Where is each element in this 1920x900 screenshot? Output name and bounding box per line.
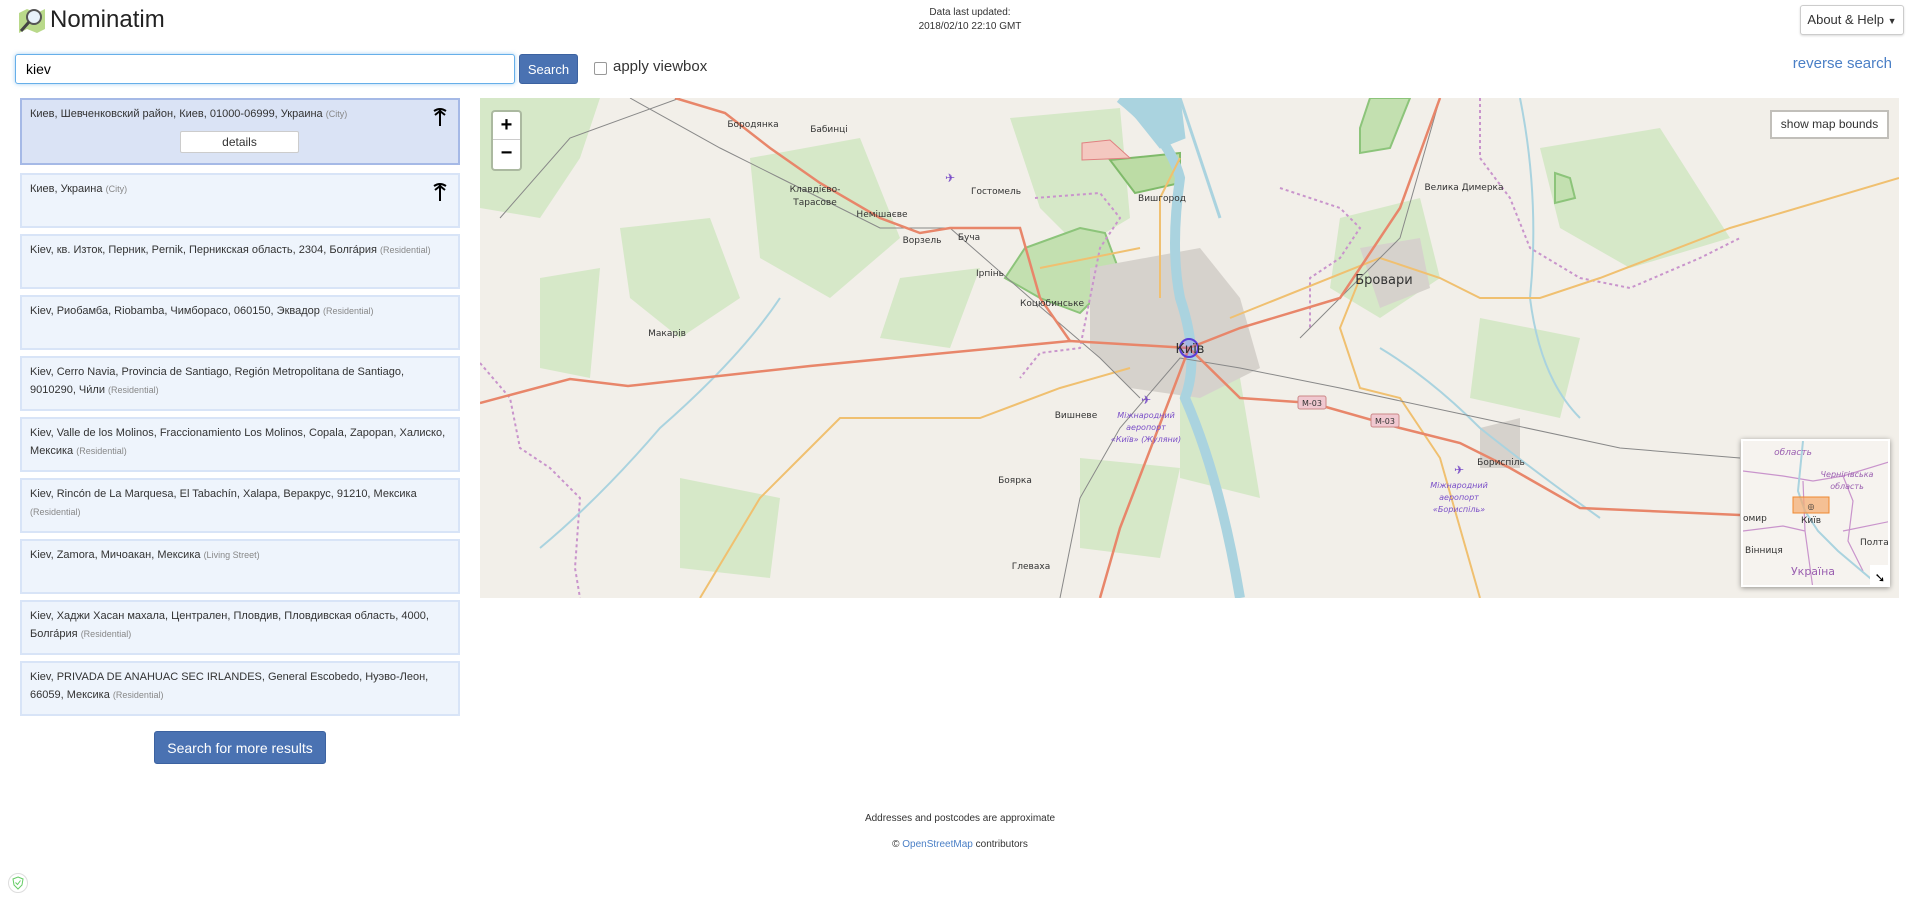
map-tiles: Бородянка Бабинці Гостомель Клавдієво- Т… xyxy=(480,98,1899,598)
map-label: Міжнародний xyxy=(1430,481,1488,490)
data-updated-value: 2018/02/10 22:10 GMT xyxy=(918,21,1022,32)
copyright: © OpenStreetMap contributors xyxy=(892,839,1028,850)
data-updated-label: Data last updated: xyxy=(929,7,1011,18)
label-hlevakha: Глеваха xyxy=(1012,562,1050,572)
result-item[interactable]: Kiev, Риобамба, Riobamba, Чимборасо, 060… xyxy=(20,295,460,350)
map-label: Чернігівська xyxy=(1821,470,1874,479)
map-label: Вінниця xyxy=(1745,546,1783,556)
zoom-out-button[interactable]: − xyxy=(493,140,520,168)
apply-viewbox-label[interactable]: apply viewbox xyxy=(613,58,707,75)
map-label: аеропорт xyxy=(1439,493,1479,502)
result-type: (Residential) xyxy=(108,385,159,395)
label-klavdievo: Клавдієво- xyxy=(790,185,841,195)
result-type: (Residential) xyxy=(322,306,374,316)
map-label: Міжнародний xyxy=(1117,411,1175,420)
label-hostomel: Гостомель xyxy=(971,187,1021,197)
result-type: (Residential) xyxy=(112,690,164,700)
result-address: Kiev, PRIVADA DE ANAHUAC SEC IRLANDES, G… xyxy=(30,671,429,701)
label-brovary: Бровари xyxy=(1355,273,1412,288)
result-item[interactable]: Kiev, Valle de los Molinos, Fraccionamie… xyxy=(20,417,460,472)
approximate-notice: Addresses and postcodes are approximate xyxy=(864,813,1056,824)
label-makariv: Макарів xyxy=(648,329,686,339)
nominatim-logo-icon xyxy=(19,9,45,33)
label-vorzel: Ворзель xyxy=(903,236,942,246)
label-m03-2: M-03 xyxy=(1375,417,1395,426)
result-item[interactable]: Kiev, Rincón de La Marquesa, El Tabachín… xyxy=(20,478,460,533)
city-icon xyxy=(433,108,447,126)
label-kyiv: Київ xyxy=(1176,342,1205,357)
label-borodianka: Бородянка xyxy=(727,120,778,130)
map-label: Полта xyxy=(1860,538,1889,548)
result-type: (Residential) xyxy=(380,245,431,255)
result-address: Kiev, Cerro Navia, Provincia de Santiago… xyxy=(30,366,405,396)
result-item[interactable]: Kiev, Zamora, Мичоакан, Мексика (Living … xyxy=(20,539,460,594)
label-tarasove: Тарасове xyxy=(792,198,837,208)
result-address: Kiev, кв. Изток, Перник, Pernik, Перникс… xyxy=(30,244,377,256)
svg-text:◎: ◎ xyxy=(1808,502,1815,511)
map[interactable]: Бородянка Бабинці Гостомель Клавдієво- Т… xyxy=(480,98,1899,598)
label-babyntsi: Бабинці xyxy=(810,125,848,135)
label-boryspil: Бориспіль xyxy=(1477,458,1525,468)
label-kotsiubynske: Коцюбинське xyxy=(1020,299,1085,309)
caret-down-icon: ▼ xyxy=(1887,16,1897,26)
urban-areas xyxy=(1090,238,1520,468)
result-type: (Residential) xyxy=(76,446,127,456)
city-icon xyxy=(433,183,447,201)
label-boiarka: Боярка xyxy=(998,476,1032,486)
label-bucha: Буча xyxy=(958,233,980,243)
result-item[interactable]: Kiev, Хаджи Хасан махала, Централен, Пло… xyxy=(20,600,460,655)
label-nemishaeve: Немішаєве xyxy=(856,210,908,220)
map-label: Україна xyxy=(1791,565,1835,578)
map-label: область xyxy=(1774,448,1812,458)
label-vyshhorod: Вишгород xyxy=(1138,194,1186,204)
apply-viewbox-checkbox[interactable] xyxy=(594,62,607,75)
label-irpin: Ірпінь xyxy=(976,269,1004,279)
brand-title[interactable]: Nominatim xyxy=(50,6,165,34)
result-item[interactable]: Kiev, Cerro Navia, Provincia de Santiago… xyxy=(20,356,460,411)
result-address: Kiev, Риобамба, Riobamba, Чимборасо, 060… xyxy=(30,305,320,317)
map-label: «Київ» (Жуляни) xyxy=(1111,435,1181,444)
minimap[interactable]: область Чернігівська область ◎ Київ омир… xyxy=(1741,439,1890,587)
result-type: (Residential) xyxy=(80,629,132,639)
label-velyka-dymerka: Велика Димерка xyxy=(1425,183,1504,193)
zoom-control: + − xyxy=(491,110,522,171)
map-label: Київ xyxy=(1801,516,1821,526)
airplane-icon: ✈ xyxy=(1454,463,1464,477)
data-updated: Data last updated: 2018/02/10 22:10 GMT xyxy=(870,6,1070,34)
result-address: Киев, Шевченковский район, Киев, 01000-0… xyxy=(30,108,323,120)
map-label: область xyxy=(1830,482,1864,491)
result-address: Киев, Украина xyxy=(30,183,103,195)
map-label: аеропорт xyxy=(1126,423,1166,432)
show-map-bounds-button[interactable]: show map bounds xyxy=(1770,110,1889,139)
openstreetmap-link[interactable]: OpenStreetMap xyxy=(902,839,973,850)
search-button[interactable]: Search xyxy=(519,54,578,84)
reverse-search-link[interactable]: reverse search xyxy=(1780,55,1892,72)
result-item[interactable]: Kiev, PRIVADA DE ANAHUAC SEC IRLANDES, G… xyxy=(20,661,460,716)
map-label: «Бориспіль» xyxy=(1433,505,1485,514)
result-item[interactable]: Kiev, кв. Изток, Перник, Pernik, Перникс… xyxy=(20,234,460,289)
svg-text:➘: ➘ xyxy=(1875,571,1886,586)
shield-icon[interactable] xyxy=(8,872,28,894)
result-item[interactable]: Киев, Шевченковский район, Киев, 01000-0… xyxy=(20,98,460,165)
about-help-dropdown[interactable]: About & Help ▼ xyxy=(1800,5,1904,35)
result-type: (City) xyxy=(325,109,348,119)
map-label: омир xyxy=(1743,514,1767,524)
search-input[interactable] xyxy=(15,54,515,84)
result-item[interactable]: Киев, Украина (City) xyxy=(20,173,460,228)
about-help-label: About & Help xyxy=(1807,12,1885,27)
result-type: (City) xyxy=(105,184,128,194)
result-address: Kiev, Zamora, Мичоакан, Мексика xyxy=(30,549,201,561)
result-type: (Living Street) xyxy=(203,550,260,560)
details-button[interactable]: details xyxy=(180,131,299,153)
road-shields: M-03 M-03 xyxy=(1297,395,1400,428)
minimap-toggle-icon[interactable]: ➘ xyxy=(1870,565,1890,587)
result-address: Kiev, Rincón de La Marquesa, El Tabachín… xyxy=(30,488,417,500)
label-m03: M-03 xyxy=(1302,399,1322,408)
search-more-results-button[interactable]: Search for more results xyxy=(154,731,326,764)
label-vyshneve: Вишневе xyxy=(1055,411,1098,421)
zoom-in-button[interactable]: + xyxy=(493,112,520,140)
airplane-icon: ✈ xyxy=(945,171,955,185)
airplane-icon: ✈ xyxy=(1141,393,1151,407)
result-type: (Residential) xyxy=(30,507,81,517)
